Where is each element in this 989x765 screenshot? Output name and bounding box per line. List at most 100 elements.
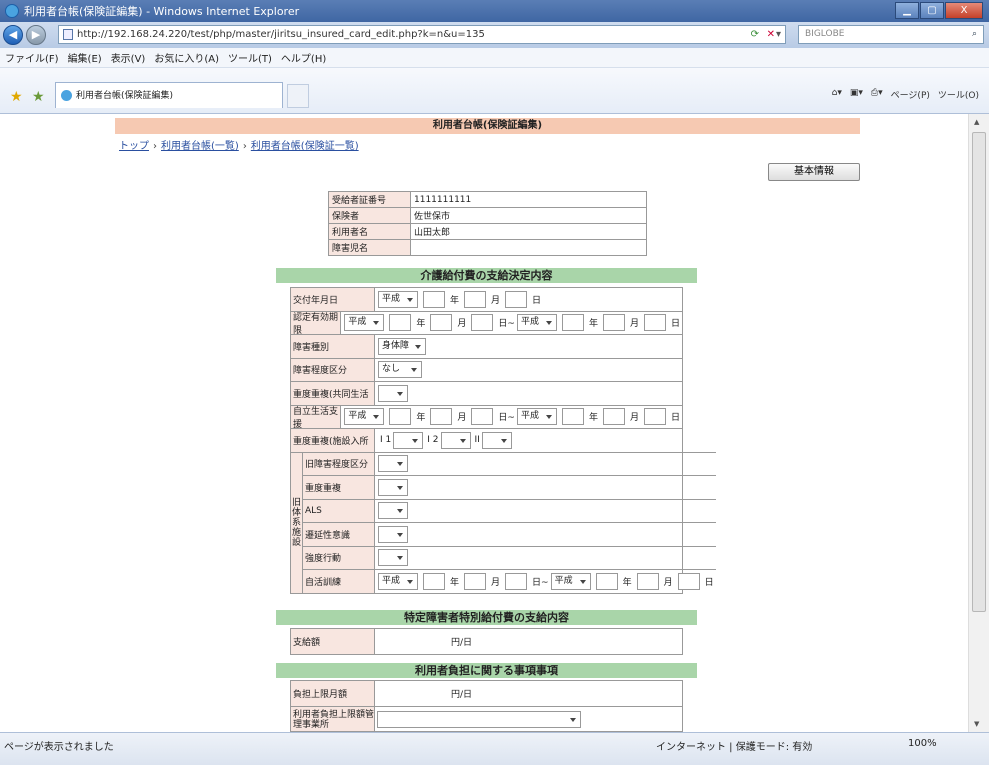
scroll-thumb[interactable] [972, 132, 986, 612]
home-icon[interactable]: ⌂▾ [832, 88, 842, 101]
era-select[interactable]: 平成 [516, 314, 557, 332]
day-input[interactable] [643, 408, 666, 426]
section-title-care: 介護給付費の支給決定内容 [276, 268, 697, 283]
disability-level-select[interactable]: なし [378, 361, 422, 379]
old-level-select[interactable] [378, 455, 408, 473]
era-select[interactable]: 平成 [516, 408, 557, 426]
breadcrumb-card-list[interactable]: 利用者台帳(保険証一覧) [251, 141, 359, 152]
unit: 年 [450, 295, 460, 306]
tools-menu[interactable]: ツール(O) [938, 88, 979, 101]
month-input[interactable] [464, 290, 487, 308]
section-title-special: 特定障害者特別給付費の支給内容 [276, 610, 697, 625]
info-value: 1111111111 [410, 191, 647, 208]
era-select[interactable]: 平成 [378, 572, 418, 590]
tab-current[interactable]: 利用者台帳(保険証編集) [55, 82, 283, 108]
era-select[interactable]: 平成 [344, 408, 385, 426]
day-input[interactable] [505, 572, 528, 590]
status-bar: ページが表示されました インターネット | 保護モード: 有効 100% [0, 732, 989, 765]
ii-select[interactable] [481, 431, 512, 449]
ii-label: II [474, 435, 480, 446]
breadcrumb-list[interactable]: 利用者台帳(一覧) [161, 141, 239, 152]
back-icon[interactable]: ◀ [3, 25, 23, 45]
close-button[interactable]: X [945, 2, 983, 19]
era-select[interactable]: 平成 [378, 290, 418, 308]
day-input[interactable] [677, 572, 700, 590]
forward-icon[interactable]: ▶ [26, 25, 46, 45]
era-select[interactable]: 平成 [550, 572, 591, 590]
payment-input[interactable]: 円/日 [451, 629, 472, 654]
page-menu[interactable]: ページ(P) [891, 88, 930, 101]
vertical-scrollbar[interactable]: ▲ ▼ [968, 114, 989, 732]
year-input[interactable] [595, 572, 618, 590]
year-input[interactable] [561, 408, 584, 426]
feeds-icon[interactable]: ▣▾ [850, 88, 863, 101]
burden-form: 負担上限月額 円/日 利用者負担上限額管理事業所 [290, 680, 683, 732]
menu-favorites[interactable]: お気に入り(A) [154, 50, 219, 65]
page-content: 利用者台帳(保険証編集) トップ › 利用者台帳(一覧) › 利用者台帳(保険証一覧) … [0, 114, 968, 732]
severe-group-select[interactable] [378, 384, 408, 402]
month-input[interactable] [464, 572, 487, 590]
unit: 日~ [498, 413, 515, 424]
burden-input[interactable]: 円/日 [451, 681, 472, 706]
month-input[interactable] [430, 408, 453, 426]
minimize-button[interactable]: ▁ [895, 2, 919, 19]
info-label: 受給者証番号 [328, 191, 411, 208]
row-severe-facility: 重度重複(施設入所 I 1 I 2 II [291, 428, 682, 452]
month-input[interactable] [602, 314, 625, 332]
favorites-star-icon[interactable]: ★ [10, 89, 23, 105]
menu-tools[interactable]: ツール(T) [228, 50, 272, 65]
old-severe-select[interactable] [378, 478, 408, 496]
als-select[interactable] [378, 502, 408, 520]
row-label: 負担上限月額 [291, 681, 375, 706]
row-valid-period: 認定有効期限 平成 年 月 日~ 平成 年 月 日 [291, 310, 682, 336]
era-select[interactable]: 平成 [344, 314, 385, 332]
stop-icon[interactable]: ✕ [767, 26, 775, 43]
menu-view[interactable]: 表示(V) [111, 50, 146, 65]
print-icon[interactable]: ⎙▾ [871, 88, 883, 101]
refresh-icon[interactable]: ⟳ [751, 26, 759, 43]
year-input[interactable] [423, 572, 445, 590]
day-input[interactable] [643, 314, 666, 332]
year-input[interactable] [389, 314, 412, 332]
day-input[interactable] [471, 314, 494, 332]
add-favorite-icon[interactable]: ★ [32, 89, 45, 105]
menu-file[interactable]: ファイル(F) [5, 50, 59, 65]
year-input[interactable] [561, 314, 584, 332]
menu-edit[interactable]: 編集(E) [68, 50, 102, 65]
row-disability-type: 障害種別 身体障 [291, 334, 682, 358]
month-input[interactable] [430, 314, 453, 332]
unit: 円/日 [451, 638, 473, 648]
favorites-bar: ★ ★ 利用者台帳(保険証編集) ⌂▾ ▣▾ ⎙▾ ページ(P) ツール(O) [0, 68, 989, 114]
day-input[interactable] [505, 290, 528, 308]
scroll-up-icon[interactable]: ▲ [974, 118, 979, 126]
disability-type-select[interactable]: 身体障 [378, 337, 426, 355]
month-input[interactable] [602, 408, 625, 426]
month-input[interactable] [636, 572, 659, 590]
url-field[interactable]: http://192.168.24.220/test/php/master/ji… [58, 25, 786, 44]
url-dropdown-icon[interactable]: ▾ [776, 26, 781, 43]
day-input[interactable] [471, 408, 494, 426]
i1-select[interactable] [393, 431, 424, 449]
row-label: 旧障害程度区分 [303, 452, 375, 475]
unit: 年 [588, 413, 598, 424]
breadcrumb-top[interactable]: トップ [119, 141, 149, 152]
year-input[interactable] [389, 408, 412, 426]
menu-help[interactable]: ヘルプ(H) [281, 50, 326, 65]
search-icon[interactable]: ⌕ [972, 26, 977, 43]
breadcrumb-sep: › [242, 141, 247, 152]
i2-select[interactable] [440, 431, 471, 449]
row-label: 重度重複 [303, 476, 375, 499]
year-input[interactable] [423, 290, 445, 308]
basic-info-button[interactable]: 基本情報 [768, 163, 860, 181]
search-input[interactable]: BIGLOBE ⌕ [798, 25, 984, 44]
zoom-level[interactable]: 100% [908, 738, 937, 749]
unit: 月 [457, 413, 467, 424]
breadcrumb: トップ › 利用者台帳(一覧) › 利用者台帳(保険証一覧) [119, 137, 359, 152]
row-severe-group: 重度重複(共同生活 [291, 381, 682, 405]
prolonged-select[interactable] [378, 525, 408, 543]
new-tab-button[interactable] [287, 84, 309, 108]
scroll-down-icon[interactable]: ▼ [974, 720, 979, 728]
maximize-button[interactable]: ▢ [920, 2, 944, 19]
behavior-select[interactable] [378, 549, 408, 567]
office-select[interactable] [377, 711, 581, 728]
